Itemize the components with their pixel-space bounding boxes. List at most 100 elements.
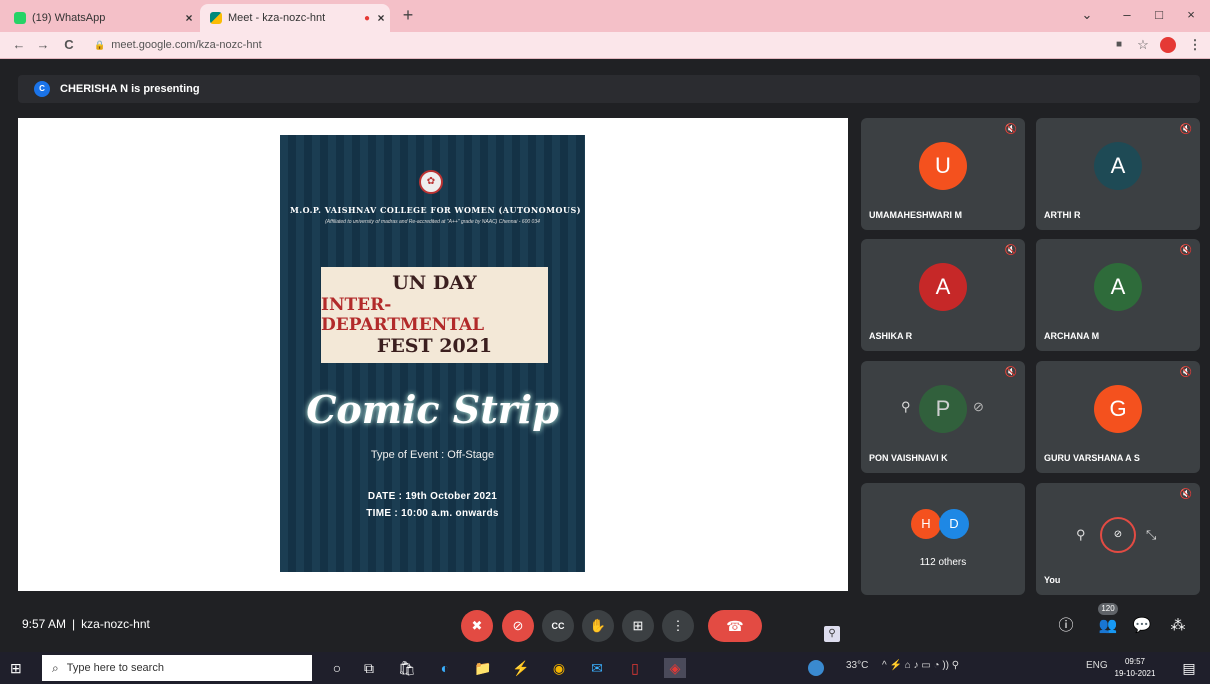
recording-dot-icon: ●: [363, 12, 370, 24]
participant-name: ARCHANA M: [1044, 331, 1100, 341]
participant-name: You: [1044, 575, 1061, 585]
event-name: Comic Strip: [306, 387, 559, 432]
meet-window: C CHERISHA N is presenting ✿ M.O.P. VAIS…: [0, 59, 1210, 652]
participant-tile[interactable]: 🔇 G GURU VARSHANA A S: [1036, 361, 1200, 473]
college-emblem-icon: ✿: [419, 170, 443, 194]
participant-tile[interactable]: 🔇 A ARTHI R: [1036, 118, 1200, 230]
pin-icon[interactable]: ⚲: [901, 399, 911, 415]
participant-name: PON VAISHNAVI K: [869, 453, 948, 463]
chrome-icon[interactable]: ◉: [548, 658, 570, 678]
leave-call-button[interactable]: ☎: [708, 610, 762, 642]
minimize-button[interactable]: –: [1116, 6, 1138, 24]
college-name: M.O.P. VAISHNAV COLLEGE FOR WOMEN (AUTON…: [290, 205, 582, 215]
edge-icon[interactable]: ◐: [434, 658, 456, 678]
meeting-time: 9:57 AM: [22, 617, 67, 631]
more-options-button[interactable]: ⋮: [662, 610, 694, 642]
tab-meet[interactable]: Meet - kza-nozc-hnt ● ×: [200, 4, 390, 32]
self-tile[interactable]: 🔇 ⚲ ⊘ ⤡ You: [1036, 483, 1200, 595]
muted-icon: 🔇: [1004, 367, 1017, 378]
clock-date: 19-10-2021: [1114, 669, 1156, 678]
store-icon[interactable]: 🛍: [396, 658, 418, 678]
participant-tile[interactable]: 🔇 U UMAMAHESHWARI M: [861, 118, 1025, 230]
participant-tile[interactable]: 🔇 A ARCHANA M: [1036, 239, 1200, 351]
app-bolt-icon[interactable]: ⚡: [510, 658, 532, 678]
meeting-info-button[interactable]: ⓘ: [1054, 614, 1078, 638]
weather-icon: [808, 660, 824, 676]
participant-name: ARTHI R: [1044, 210, 1081, 220]
camera-indicator-icon[interactable]: ■: [1110, 36, 1128, 54]
muted-icon: 🔇: [1004, 124, 1017, 135]
participant-name: UMAMAHESHWARI M: [869, 210, 962, 220]
temperature[interactable]: 33°C: [846, 660, 868, 671]
back-button[interactable]: ←: [10, 36, 28, 54]
banner-line-3: FEST 2021: [376, 335, 493, 358]
avatar: P: [919, 385, 967, 433]
raise-hand-button[interactable]: ✋: [582, 610, 614, 642]
participant-tile[interactable]: 🔇 P ⚲ ⊘ PON VAISHNAVI K: [861, 361, 1025, 473]
avatar: A: [1094, 142, 1142, 190]
participant-tile[interactable]: 🔇 A ASHIKA R: [861, 239, 1025, 351]
avatar: A: [919, 263, 967, 311]
system-tray-icons[interactable]: ^ ⚡ ⌂ ♪ ▭ ◔ )) ⚲: [882, 660, 959, 671]
language-indicator[interactable]: ENG: [1086, 660, 1108, 671]
presenting-text: CHERISHA N is presenting: [60, 83, 200, 95]
office-icon[interactable]: ▯: [624, 658, 646, 678]
search-icon: ⌕: [52, 660, 59, 675]
notification-center-icon[interactable]: ▤: [1178, 658, 1200, 678]
self-video-off-icon[interactable]: ⊘: [1100, 517, 1136, 553]
search-placeholder: Type here to search: [66, 662, 164, 674]
forward-button[interactable]: →: [34, 36, 52, 54]
browser-tab-strip: (19) WhatsApp × Meet - kza-nozc-hnt ● × …: [0, 0, 1210, 32]
taskbar-search-box[interactable]: ⌕ Type here to search: [42, 655, 312, 681]
avatar: D: [939, 509, 969, 539]
activities-button[interactable]: ⁂: [1166, 614, 1190, 638]
presentation-stage: ✿ M.O.P. VAISHNAV COLLEGE FOR WOMEN (AUT…: [18, 118, 848, 642]
mic-off-button[interactable]: ✖: [461, 610, 493, 642]
windows-taskbar: ⊞ ⌕ Type here to search ○ ⧉ 🛍 ◐ 📁 ⚡ ◉ ✉ …: [0, 652, 1210, 684]
avatar: H: [911, 509, 941, 539]
avatar: U: [919, 142, 967, 190]
taskbar-clock[interactable]: 09:57 19-10-2021: [1112, 656, 1158, 680]
event-time: TIME : 10:00 a.m. onwards: [366, 508, 499, 519]
url-field[interactable]: 🔒 meet.google.com/kza-nozc-hnt: [94, 35, 1094, 55]
captions-button[interactable]: CC: [542, 610, 574, 642]
pin-icon[interactable]: ⚲: [1076, 527, 1086, 543]
banner-line-2: INTER-DEPARTMENTAL: [321, 294, 485, 335]
muted-icon: 🔇: [1179, 367, 1192, 378]
muted-icon: 🔇: [1179, 245, 1192, 256]
maximize-button[interactable]: □: [1148, 6, 1170, 24]
tab-close-icon[interactable]: ×: [180, 11, 198, 25]
camera-off-button[interactable]: ⊘: [502, 610, 534, 642]
meet-icon: [210, 12, 222, 24]
minimize-self-icon[interactable]: ⤡: [1146, 527, 1156, 543]
task-view-icon[interactable]: ⧉: [358, 658, 380, 678]
remove-icon[interactable]: ⊘: [973, 399, 984, 415]
tab-title: (19) WhatsApp: [32, 12, 106, 24]
mail-icon[interactable]: ✉: [586, 658, 608, 678]
reload-button[interactable]: C: [60, 36, 78, 54]
people-button[interactable]: 👥: [1096, 614, 1120, 638]
muted-icon: 🔇: [1004, 245, 1017, 256]
tab-close-icon[interactable]: ×: [372, 11, 390, 25]
event-date: DATE : 19th October 2021: [367, 491, 498, 502]
close-window-button[interactable]: ×: [1180, 6, 1202, 24]
windows-start-icon[interactable]: ⊞: [10, 660, 26, 676]
others-tile[interactable]: H D 112 others: [861, 483, 1025, 595]
college-affiliation: (Affiliated to university of madras and …: [325, 219, 540, 225]
chat-button[interactable]: 💬: [1130, 614, 1154, 638]
pin-presentation-icon[interactable]: ⚲: [824, 626, 840, 642]
clock-time: 09:57: [1124, 657, 1146, 666]
file-explorer-icon[interactable]: 📁: [472, 658, 494, 678]
browser-menu-icon[interactable]: ⋮: [1186, 36, 1204, 54]
cortana-icon[interactable]: ○: [326, 658, 348, 678]
tab-whatsapp[interactable]: (19) WhatsApp ×: [4, 4, 198, 32]
new-tab-button[interactable]: +: [398, 5, 418, 25]
meeting-details: 9:57 AM | kza-nozc-hnt: [22, 617, 150, 631]
present-button[interactable]: ⊞: [622, 610, 654, 642]
bookmark-star-icon[interactable]: ☆: [1134, 36, 1152, 54]
active-app-icon[interactable]: ◈: [664, 658, 686, 678]
profile-avatar[interactable]: [1160, 37, 1176, 53]
muted-icon: 🔇: [1179, 124, 1192, 135]
avatar: G: [1094, 385, 1142, 433]
tab-search-chevron-icon[interactable]: ⌄: [1076, 6, 1098, 24]
